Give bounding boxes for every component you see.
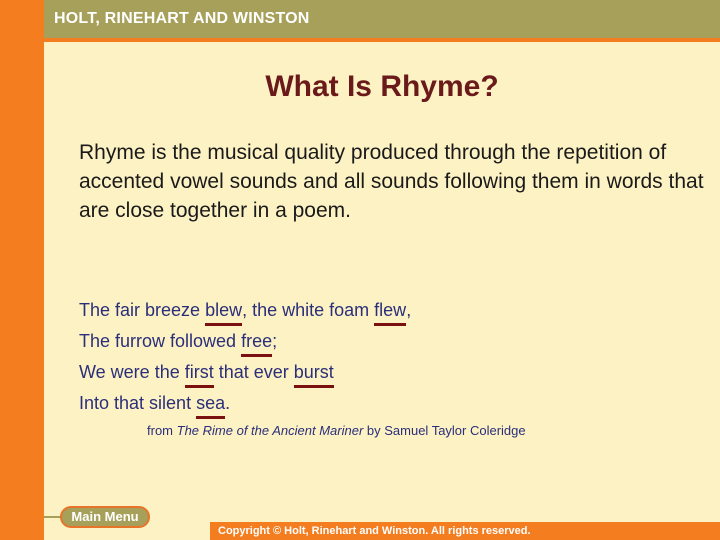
rhyme-word: burst xyxy=(293,362,334,388)
poem-text: . xyxy=(225,393,231,413)
rhyme-word: sea xyxy=(196,393,226,419)
poem-line-1: The fair breeze blew, the white foam fle… xyxy=(79,298,639,329)
poem-text: The furrow followed xyxy=(79,331,242,351)
poem-line-3: We were the first that ever burst xyxy=(79,360,639,391)
rhyme-word: flew xyxy=(374,300,407,326)
poem-text: Into that silent xyxy=(79,393,197,413)
rhyme-definition: Rhyme is the musical quality produced th… xyxy=(79,141,704,222)
copyright-text: Copyright © Holt, Rinehart and Winston. … xyxy=(218,525,531,537)
rhyme-word: first xyxy=(184,362,214,388)
header-divider xyxy=(44,38,720,42)
attribution-author: by Samuel Taylor Coleridge xyxy=(363,423,526,438)
poem-text: that ever xyxy=(213,362,294,382)
rhyme-word: free xyxy=(241,331,273,357)
slide-title: What Is Rhyme? xyxy=(265,70,499,103)
poem-text: , xyxy=(406,300,412,320)
footer-bar: Copyright © Holt, Rinehart and Winston. … xyxy=(210,522,720,540)
main-menu-button[interactable]: Main Menu xyxy=(60,506,150,528)
poem-text: We were the xyxy=(79,362,185,382)
work-title: The Rime of the Ancient Mariner xyxy=(176,423,364,438)
header-bar: HOLT, RINEHART AND WINSTON xyxy=(44,0,720,38)
poem-text: The fair breeze xyxy=(79,300,206,320)
publisher-logo-text: HOLT, RINEHART AND WINSTON xyxy=(54,10,310,27)
poem-text: , the white foam xyxy=(242,300,375,320)
poem-line-2: The furrow followed free; xyxy=(79,329,639,360)
rhyme-word: blew xyxy=(205,300,243,326)
poem-attribution: from The Rime of the Ancient Mariner by … xyxy=(147,423,526,438)
poem-excerpt: The fair breeze blew, the white foam fle… xyxy=(79,298,639,422)
poem-text: ; xyxy=(272,331,278,351)
attribution-prefix: from xyxy=(147,423,177,438)
poem-line-4: Into that silent sea. xyxy=(79,391,639,422)
